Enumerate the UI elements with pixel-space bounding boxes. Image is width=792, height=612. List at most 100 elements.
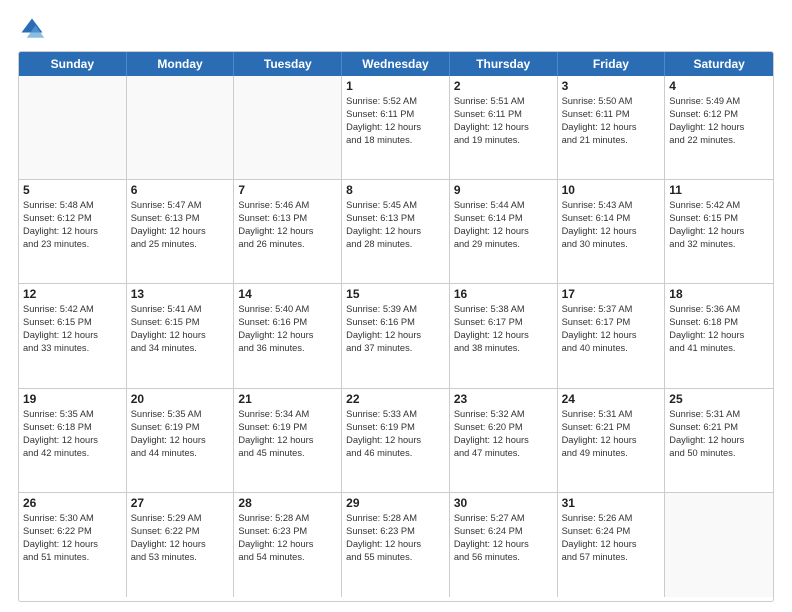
day-number: 24 [562,392,661,406]
calendar-cell: 9Sunrise: 5:44 AMSunset: 6:14 PMDaylight… [450,180,558,284]
day-number: 10 [562,183,661,197]
day-number: 27 [131,496,230,510]
day-number: 6 [131,183,230,197]
cell-line: and 18 minutes. [346,134,445,147]
cell-line: Sunset: 6:17 PM [454,316,553,329]
day-number: 21 [238,392,337,406]
cell-line: Sunrise: 5:42 AM [23,303,122,316]
day-number: 8 [346,183,445,197]
cell-line: and 22 minutes. [669,134,769,147]
day-number: 25 [669,392,769,406]
cell-line: Sunset: 6:21 PM [562,421,661,434]
calendar: SundayMondayTuesdayWednesdayThursdayFrid… [18,51,774,602]
cell-line: Sunrise: 5:27 AM [454,512,553,525]
weekday-header: Wednesday [342,52,450,76]
cell-line: and 19 minutes. [454,134,553,147]
cell-line: Sunrise: 5:36 AM [669,303,769,316]
cell-line: Sunset: 6:20 PM [454,421,553,434]
day-number: 26 [23,496,122,510]
cell-line: and 56 minutes. [454,551,553,564]
cell-line: Sunrise: 5:47 AM [131,199,230,212]
cell-line: and 40 minutes. [562,342,661,355]
cell-line: and 21 minutes. [562,134,661,147]
cell-line: Daylight: 12 hours [562,434,661,447]
cell-line: Sunset: 6:23 PM [238,525,337,538]
calendar-cell: 26Sunrise: 5:30 AMSunset: 6:22 PMDayligh… [19,493,127,597]
calendar-cell: 1Sunrise: 5:52 AMSunset: 6:11 PMDaylight… [342,76,450,180]
cell-line: Daylight: 12 hours [238,225,337,238]
cell-line: and 42 minutes. [23,447,122,460]
cell-line: Sunrise: 5:42 AM [669,199,769,212]
logo-icon [18,15,46,43]
weekday-header: Friday [558,52,666,76]
cell-line: Sunset: 6:12 PM [669,108,769,121]
cell-line: Sunrise: 5:41 AM [131,303,230,316]
cell-line: Daylight: 12 hours [131,225,230,238]
cell-line: Daylight: 12 hours [346,121,445,134]
cell-line: Daylight: 12 hours [669,434,769,447]
cell-line: Sunset: 6:13 PM [238,212,337,225]
calendar-header: SundayMondayTuesdayWednesdayThursdayFrid… [19,52,773,76]
calendar-cell: 19Sunrise: 5:35 AMSunset: 6:18 PMDayligh… [19,389,127,493]
cell-line: and 47 minutes. [454,447,553,460]
cell-line: Sunrise: 5:35 AM [131,408,230,421]
cell-line: Daylight: 12 hours [669,225,769,238]
cell-line: and 30 minutes. [562,238,661,251]
calendar-body: 1 Sunrise: 5:52 AM Sunset: 6:11 PM Daylight… [19,76,773,597]
cell-line: Sunrise: 5:52 AM [346,95,445,108]
day-number: 1 [346,79,445,93]
header [18,15,774,43]
cell-line: and 25 minutes. [131,238,230,251]
cell-line: Sunrise: 5:38 AM [454,303,553,316]
cell-line: Daylight: 12 hours [454,538,553,551]
day-number: 20 [131,392,230,406]
calendar-cell [127,76,235,180]
cell-line: Sunrise: 5:35 AM [23,408,122,421]
cell-line: and 46 minutes. [346,447,445,460]
cell-line: Daylight: 12 hours [23,538,122,551]
calendar-cell: 3Sunrise: 5:50 AMSunset: 6:11 PMDaylight… [558,76,666,180]
cell-line: Sunrise: 5:32 AM [454,408,553,421]
cell-line: and 50 minutes. [669,447,769,460]
day-number: 2 [454,79,553,93]
day-number: 7 [238,183,337,197]
cell-line: Daylight: 12 hours [23,329,122,342]
cell-line: Sunrise: 5:50 AM [562,95,661,108]
cell-line: Daylight: 12 hours [23,225,122,238]
cell-line: and 36 minutes. [238,342,337,355]
cell-line: and 29 minutes. [454,238,553,251]
cell-line: Sunrise: 5:51 AM [454,95,553,108]
cell-line: Sunrise: 5:48 AM [23,199,122,212]
cell-line: Sunset: 6:11 PM [454,108,553,121]
calendar-cell: 31Sunrise: 5:26 AMSunset: 6:24 PMDayligh… [558,493,666,597]
cell-line: Sunrise: 5:39 AM [346,303,445,316]
calendar-cell: 16Sunrise: 5:38 AMSunset: 6:17 PMDayligh… [450,284,558,388]
cell-line: Daylight: 12 hours [238,329,337,342]
cell-line: Sunrise: 5:49 AM [669,95,769,108]
calendar-cell: 4Sunrise: 5:49 AMSunset: 6:12 PMDaylight… [665,76,773,180]
day-number: 22 [346,392,445,406]
calendar-cell: 14Sunrise: 5:40 AMSunset: 6:16 PMDayligh… [234,284,342,388]
cell-line: Daylight: 12 hours [131,329,230,342]
cell-line: Daylight: 12 hours [669,121,769,134]
page: SundayMondayTuesdayWednesdayThursdayFrid… [0,0,792,612]
cell-line: Daylight: 12 hours [346,538,445,551]
calendar-cell: 12Sunrise: 5:42 AMSunset: 6:15 PMDayligh… [19,284,127,388]
cell-line: Sunset: 6:15 PM [23,316,122,329]
cell-line: Sunset: 6:17 PM [562,316,661,329]
calendar-cell: 2Sunrise: 5:51 AMSunset: 6:11 PMDaylight… [450,76,558,180]
cell-line: and 51 minutes. [23,551,122,564]
cell-line: and 44 minutes. [131,447,230,460]
day-number: 5 [23,183,122,197]
cell-line: Sunset: 6:19 PM [131,421,230,434]
cell-line: Sunset: 6:18 PM [23,421,122,434]
cell-line: and 41 minutes. [669,342,769,355]
cell-line: Daylight: 12 hours [454,434,553,447]
cell-line: Daylight: 12 hours [23,434,122,447]
cell-line: Sunset: 6:18 PM [669,316,769,329]
day-number: 31 [562,496,661,510]
cell-line: Sunset: 6:13 PM [131,212,230,225]
cell-line: Sunrise: 5:28 AM [346,512,445,525]
cell-line: Sunrise: 5:40 AM [238,303,337,316]
cell-line: Sunset: 6:19 PM [238,421,337,434]
